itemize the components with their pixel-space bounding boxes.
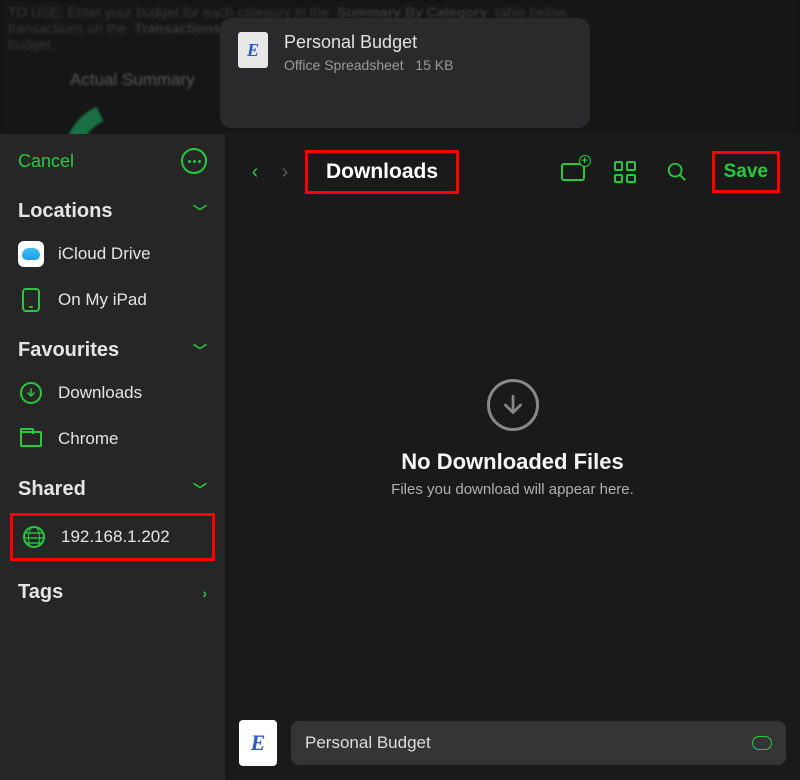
folder-title[interactable]: Downloads — [305, 150, 459, 194]
sidebar-item-downloads[interactable]: Downloads — [0, 370, 225, 416]
view-mode-button[interactable] — [612, 159, 638, 185]
save-button[interactable]: Save — [712, 151, 780, 193]
empty-state: No Downloaded Files Files you download w… — [225, 210, 800, 706]
nav-back-button[interactable]: ‹ — [245, 161, 265, 184]
empty-subtitle: Files you download will appear here. — [391, 481, 634, 498]
spreadsheet-icon: E — [238, 32, 268, 68]
sidebar-item-label: iCloud Drive — [58, 244, 151, 264]
section-label: Favourites — [18, 339, 119, 362]
file-save-sheet: Cancel Locations ﹀ iCloud Drive On My iP… — [0, 134, 800, 780]
section-label: Tags — [18, 581, 63, 604]
locations-header[interactable]: Locations ﹀ — [0, 184, 225, 231]
cloud-icon — [18, 241, 44, 267]
empty-title: No Downloaded Files — [401, 449, 623, 475]
section-label: Locations — [18, 200, 112, 223]
tags-header[interactable]: Tags › — [0, 565, 225, 612]
chevron-right-icon: › — [202, 585, 207, 601]
sidebar: Cancel Locations ﹀ iCloud Drive On My iP… — [0, 134, 225, 780]
main-header: ‹ › Downloads + Save — [225, 134, 800, 210]
search-button[interactable] — [664, 159, 690, 185]
file-type-icon: E — [239, 720, 277, 766]
file-info-popup: E Personal Budget Office Spreadsheet 15 … — [220, 18, 590, 128]
new-folder-button[interactable]: + — [560, 159, 586, 185]
chevron-down-icon: ﹀ — [193, 341, 207, 361]
grid-icon — [614, 161, 636, 183]
sidebar-item-network-share[interactable]: 192.168.1.202 — [10, 513, 215, 561]
file-popup-title: Personal Budget — [284, 32, 453, 53]
filename-value: Personal Budget — [305, 733, 431, 753]
shared-header[interactable]: Shared ﹀ — [0, 462, 225, 509]
main-panel: ‹ › Downloads + Save No Downloaded Files… — [225, 134, 800, 780]
search-icon — [666, 161, 688, 183]
sidebar-item-label: Chrome — [58, 429, 118, 449]
sidebar-item-icloud[interactable]: iCloud Drive — [0, 231, 225, 277]
filename-bar: E Personal Budget — [225, 706, 800, 780]
sidebar-item-label: On My iPad — [58, 290, 147, 310]
ipad-icon — [22, 288, 40, 312]
globe-icon — [23, 526, 45, 548]
section-label: Shared — [18, 478, 86, 501]
download-icon — [20, 382, 42, 404]
folder-icon — [20, 431, 42, 447]
clear-input-icon[interactable] — [752, 736, 772, 750]
favourites-header[interactable]: Favourites ﹀ — [0, 323, 225, 370]
sidebar-item-ipad[interactable]: On My iPad — [0, 277, 225, 323]
actual-summary-label: Actual Summary — [70, 70, 195, 90]
sidebar-item-label: Downloads — [58, 383, 142, 403]
chevron-down-icon: ﹀ — [193, 202, 207, 222]
plus-badge-icon: + — [579, 155, 591, 167]
filename-input[interactable]: Personal Budget — [291, 721, 786, 765]
chevron-down-icon: ﹀ — [193, 480, 207, 500]
more-options-button[interactable] — [181, 148, 207, 174]
sidebar-item-label: 192.168.1.202 — [61, 527, 170, 547]
file-popup-meta: Office Spreadsheet 15 KB — [284, 57, 453, 73]
cancel-button[interactable]: Cancel — [18, 151, 74, 172]
download-large-icon — [487, 379, 539, 431]
nav-forward-button: › — [275, 161, 295, 184]
sidebar-item-chrome[interactable]: Chrome — [0, 416, 225, 462]
